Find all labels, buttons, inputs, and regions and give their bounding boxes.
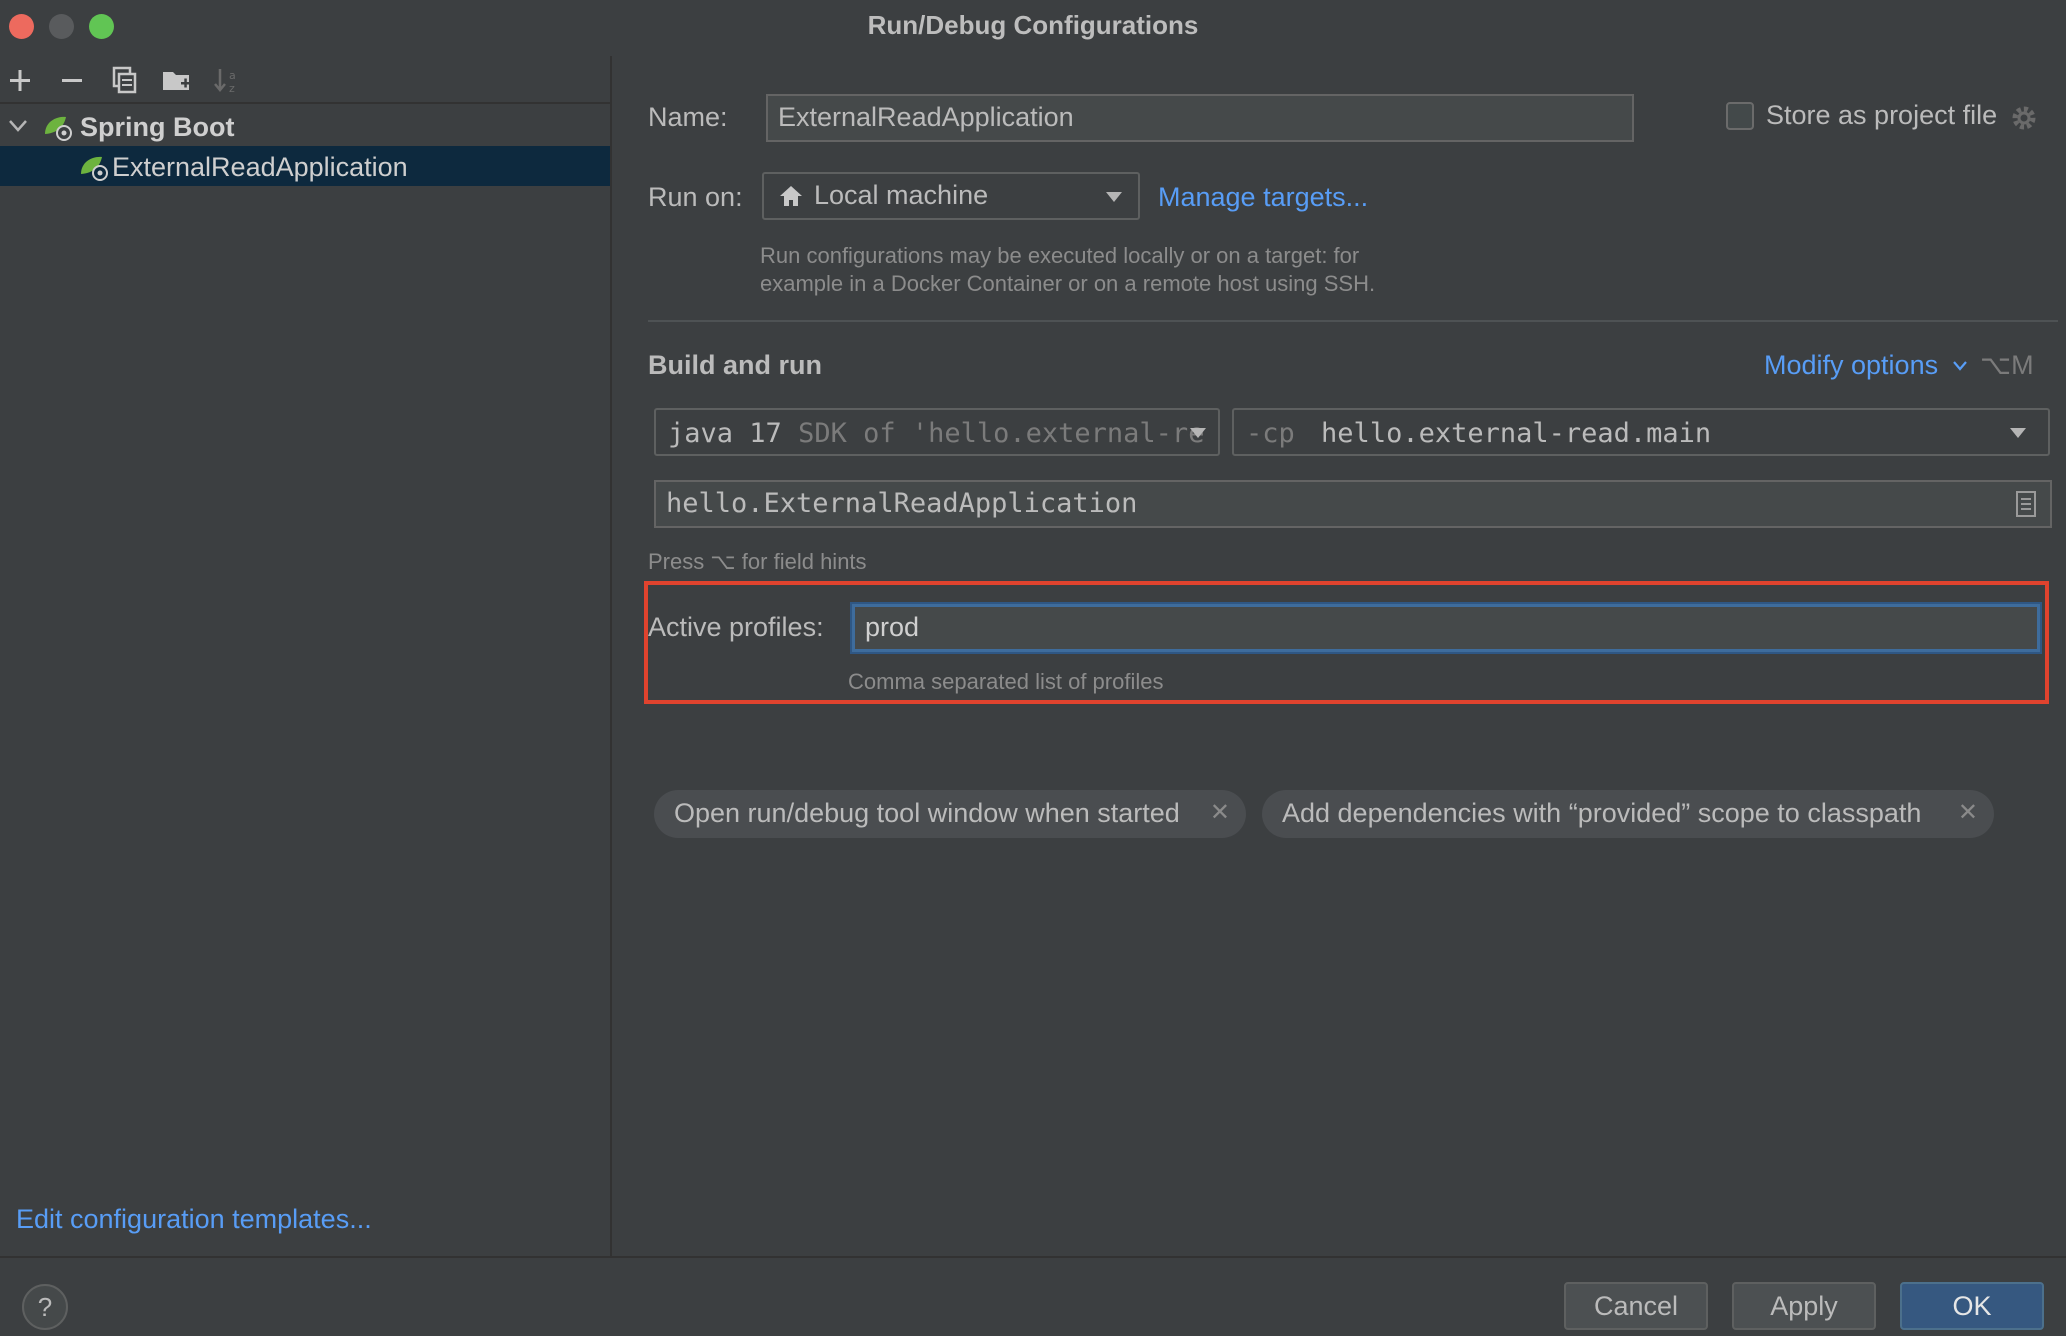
run-on-hint: Run configurations may be executed local… — [760, 242, 1375, 298]
classpath-prefix: -cp — [1246, 418, 1295, 449]
svg-text:z: z — [229, 82, 235, 95]
build-and-run-title: Build and run — [648, 350, 822, 380]
dialog-footer: ? Cancel Apply OK — [0, 1256, 2066, 1336]
section-separator — [648, 320, 2058, 322]
cancel-button[interactable]: Cancel — [1564, 1282, 1708, 1330]
chip-provided-scope[interactable]: Add dependencies with “provided” scope t… — [1262, 790, 1994, 838]
run-on-value: Local machine — [814, 180, 989, 210]
store-as-project-file-checkbox[interactable] — [1726, 102, 1754, 130]
add-icon[interactable] — [4, 64, 36, 96]
window-title: Run/Debug Configurations — [867, 10, 1199, 40]
tree-group-label: Spring Boot — [80, 112, 235, 142]
copy-icon[interactable] — [108, 64, 140, 96]
browse-class-icon[interactable] — [2014, 490, 2038, 518]
run-debug-configurations-dialog: Run/Debug Configurations a z Spring Boot… — [0, 0, 2066, 1336]
field-hints-text: Press ⌥ for field hints — [648, 549, 867, 574]
run-on-hint-line-1: Run configurations may be executed local… — [760, 243, 1360, 268]
remove-chip-icon[interactable]: ✕ — [1210, 798, 1230, 827]
configurations-sidebar: a z Spring Boot ExternalReadApplication — [0, 56, 612, 1256]
active-profiles-highlight — [644, 581, 2049, 704]
sort-icon[interactable]: a z — [212, 64, 244, 96]
title-bar: Run/Debug Configurations — [0, 0, 2066, 52]
store-as-project-file-label: Store as project file — [1766, 100, 1998, 130]
name-input[interactable]: ExternalReadApplication — [766, 94, 1634, 142]
chevron-down-icon[interactable] — [1952, 360, 1968, 372]
modify-options-shortcut: ⌥M — [1980, 350, 2034, 380]
run-on-hint-line-2: example in a Docker Container or on a re… — [760, 271, 1376, 296]
home-icon — [780, 186, 802, 206]
jdk-dropdown[interactable]: java 17 SDK of 'hello.external-re — [654, 408, 1220, 456]
svg-text:a: a — [229, 69, 236, 82]
jdk-value: java 17 — [668, 418, 782, 449]
name-label: Name: — [648, 102, 728, 132]
main-class-value: hello.ExternalReadApplication — [666, 488, 1138, 519]
sidebar-toolbar: a z — [0, 56, 610, 104]
modify-options-link[interactable]: Modify options — [1764, 350, 1938, 381]
dropdown-arrow-icon — [2010, 428, 2026, 438]
jdk-detail: SDK of 'hello.external-re — [798, 418, 1205, 449]
main-class-input[interactable]: hello.ExternalReadApplication — [654, 480, 2052, 528]
classpath-dropdown[interactable]: -cp hello.external-read.main — [1232, 408, 2050, 456]
tree-item-label: ExternalReadApplication — [112, 152, 408, 182]
chip-label: Add dependencies with “provided” scope t… — [1282, 798, 1922, 828]
classpath-value: hello.external-read.main — [1321, 418, 1712, 449]
chip-open-tool-window[interactable]: Open run/debug tool window when started … — [654, 790, 1246, 838]
remove-chip-icon[interactable]: ✕ — [1958, 798, 1978, 827]
chevron-down-icon[interactable] — [8, 118, 28, 134]
tree-group-spring-boot[interactable]: Spring Boot — [0, 106, 610, 146]
spring-boot-run-icon — [81, 156, 108, 181]
apply-button[interactable]: Apply — [1732, 1282, 1876, 1330]
manage-targets-link[interactable]: Manage targets... — [1158, 182, 1368, 213]
ok-button[interactable]: OK — [1900, 1282, 2044, 1330]
edit-configuration-templates-link[interactable]: Edit configuration templates... — [16, 1204, 372, 1235]
spring-boot-icon — [45, 116, 72, 141]
run-on-label: Run on: — [648, 182, 743, 212]
remove-icon[interactable] — [56, 64, 88, 96]
gear-icon[interactable] — [2010, 104, 2038, 132]
dropdown-arrow-icon — [1106, 192, 1122, 202]
chip-label: Open run/debug tool window when started — [674, 798, 1180, 828]
dropdown-arrow-icon — [1190, 428, 1206, 438]
new-folder-icon[interactable] — [160, 64, 192, 96]
run-on-dropdown[interactable]: Local machine — [762, 172, 1140, 220]
help-button[interactable]: ? — [22, 1284, 68, 1330]
tree-item-externalreadapplication[interactable]: ExternalReadApplication — [0, 146, 610, 186]
